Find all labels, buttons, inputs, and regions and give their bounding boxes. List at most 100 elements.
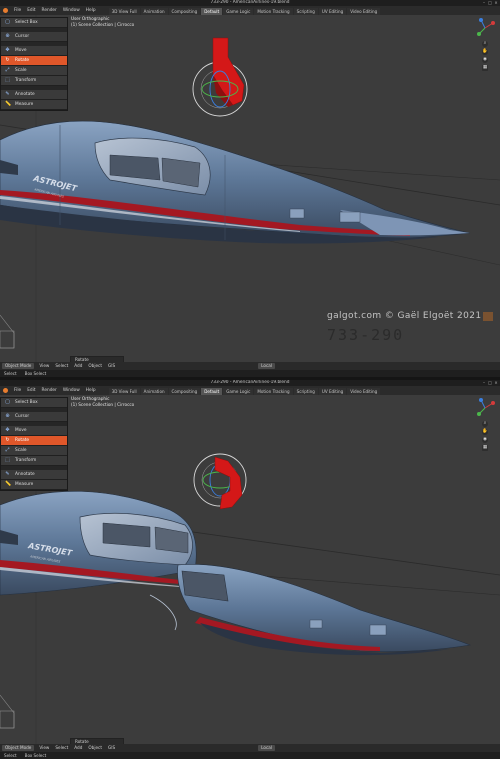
tool-measure[interactable]: 📏 Measure [1,100,67,110]
menu-help[interactable]: Help [83,386,99,395]
tab-compositing[interactable]: Compositing [168,7,201,15]
rotate-gizmo[interactable] [193,453,247,510]
header-menu-select[interactable]: Select [52,362,71,370]
tool-rotate[interactable]: ↻ Rotate [1,436,67,446]
tool-select-box[interactable]: ▢ Select Box [1,398,67,408]
tab-game-logic[interactable]: Game Logic [223,387,254,395]
menu-window[interactable]: Window [60,386,83,395]
menu-edit[interactable]: Edit [24,386,38,395]
tab-default[interactable]: Default [201,387,223,395]
tab-3d-view-full[interactable]: 3D View Full [108,7,140,15]
header-menu-object[interactable]: Object [85,362,105,370]
status-select: Select [4,753,17,758]
tool-annotate[interactable]: ✎ Annotate [1,90,67,100]
close-button[interactable]: × [494,1,498,5]
navigation-gizmo[interactable]: ⌕ ✋ ◉ ▦ [474,397,496,467]
menu-render[interactable]: Render [39,6,60,15]
tool-label: Cursor [15,34,30,39]
scale-icon: ⤢ [5,67,10,73]
3d-viewport[interactable]: ASTROJET AMERICAN AIRLINES User Orthogra… [0,395,500,746]
tool-measure[interactable]: 📏 Measure [1,480,67,490]
tab-animation[interactable]: Animation [140,7,168,15]
annotate-icon: ✎ [5,471,10,477]
camera-icon[interactable]: ◉ [482,57,488,63]
tool-select-box[interactable]: ▢ Select Box [1,18,67,28]
axis-gizmo-icon[interactable] [474,17,496,39]
header-menu-select[interactable]: Select [52,744,71,752]
tool-move[interactable]: ✥ Move [1,426,67,436]
tab-video-editing[interactable]: Video Editing [347,387,381,395]
axis-gizmo-icon[interactable] [474,397,496,419]
tool-annotate[interactable]: ✎ Annotate [1,470,67,480]
tool-transform[interactable]: ⬚ Transform [1,456,67,466]
blender-logo-icon[interactable] [3,388,8,393]
grid-icon[interactable]: ▦ [482,445,488,451]
tool-scale[interactable]: ⤢ Scale [1,66,67,76]
close-button[interactable]: × [494,381,498,385]
tool-label: Measure [15,102,34,107]
target-icon: ⊕ [5,33,10,39]
tool-cursor[interactable]: ⊕ Cursor [1,412,67,422]
tool-label: Cursor [15,414,30,419]
header-menu-add[interactable]: Add [71,362,85,370]
tab-animation[interactable]: Animation [140,387,168,395]
header-menu-view[interactable]: View [36,744,52,752]
toolshelf: ▢ Select Box ⊕ Cursor ✥ Move ↻ Rotate ⤢ Scale… [0,397,68,491]
header-menu-gis[interactable]: GIS [105,362,118,370]
tool-move[interactable]: ✥ Move [1,46,67,56]
mode-selector[interactable]: Object Mode [2,745,35,751]
tab-compositing[interactable]: Compositing [168,387,201,395]
rotate-gizmo[interactable] [192,37,248,117]
header-menu-add[interactable]: Add [71,744,85,752]
header-menu-gis[interactable]: GIS [105,744,118,752]
tab-3d-view-full[interactable]: 3D View Full [108,387,140,395]
menu-window[interactable]: Window [60,6,83,15]
tab-motion-tracking[interactable]: Motion Tracking [254,387,293,395]
blender-window-bottom: 733-290 - AmericanAirlines-19.blend – □ … [0,380,500,759]
mode-selector[interactable]: Object Mode [2,363,35,369]
tab-default[interactable]: Default [201,7,223,15]
orientation-selector[interactable]: Local [258,363,275,369]
search-icon[interactable]: ⌕ [482,421,488,427]
menu-edit[interactable]: Edit [24,6,38,15]
top-menubar: File Edit Render Window Help 3D View Ful… [0,6,500,15]
tool-rotate[interactable]: ↻ Rotate [1,56,67,66]
tool-transform[interactable]: ⬚ Transform [1,76,67,86]
transform-icon: ⬚ [5,457,10,463]
tool-label: Annotate [15,92,35,97]
hand-icon[interactable]: ✋ [482,429,488,435]
tool-cursor[interactable]: ⊕ Cursor [1,32,67,42]
tab-scripting[interactable]: Scripting [293,387,318,395]
hand-icon[interactable]: ✋ [482,49,488,55]
minimize-button[interactable]: – [482,1,486,5]
navigation-gizmo[interactable]: ⌕ ✋ ◉ ▦ [474,17,496,87]
tool-label: Annotate [15,472,35,477]
header-menu-view[interactable]: View [36,362,52,370]
tab-scripting[interactable]: Scripting [293,7,318,15]
menu-help[interactable]: Help [83,6,99,15]
camera-icon[interactable]: ◉ [482,437,488,443]
tool-scale[interactable]: ⤢ Scale [1,446,67,456]
maximize-button[interactable]: □ [488,1,492,5]
blender-logo-icon[interactable] [3,8,8,13]
tab-motion-tracking[interactable]: Motion Tracking [254,7,293,15]
menu-file[interactable]: File [11,386,24,395]
tab-uv-editing[interactable]: UV Editing [318,7,347,15]
header-menu-object[interactable]: Object [85,744,105,752]
cursor-icon: ▢ [5,19,10,25]
collection-path: (1) Scene Collection | Cirrocco [71,402,135,407]
minimize-button[interactable]: – [482,381,486,385]
grid-icon[interactable]: ▦ [482,65,488,71]
tool-label: Measure [15,482,34,487]
tab-uv-editing[interactable]: UV Editing [318,387,347,395]
tab-game-logic[interactable]: Game Logic [223,7,254,15]
orientation-selector[interactable]: Local [258,745,275,751]
menu-render[interactable]: Render [39,386,60,395]
tool-label: Rotate [15,58,30,63]
tab-video-editing[interactable]: Video Editing [347,7,381,15]
search-icon[interactable]: ⌕ [482,41,488,47]
3d-viewport[interactable]: ASTROJET AMERICAN AIRLINES User Orthogra… [0,15,500,364]
maximize-button[interactable]: □ [488,381,492,385]
menu-file[interactable]: File [11,6,24,15]
status-bar: Select Box Select [0,370,500,377]
